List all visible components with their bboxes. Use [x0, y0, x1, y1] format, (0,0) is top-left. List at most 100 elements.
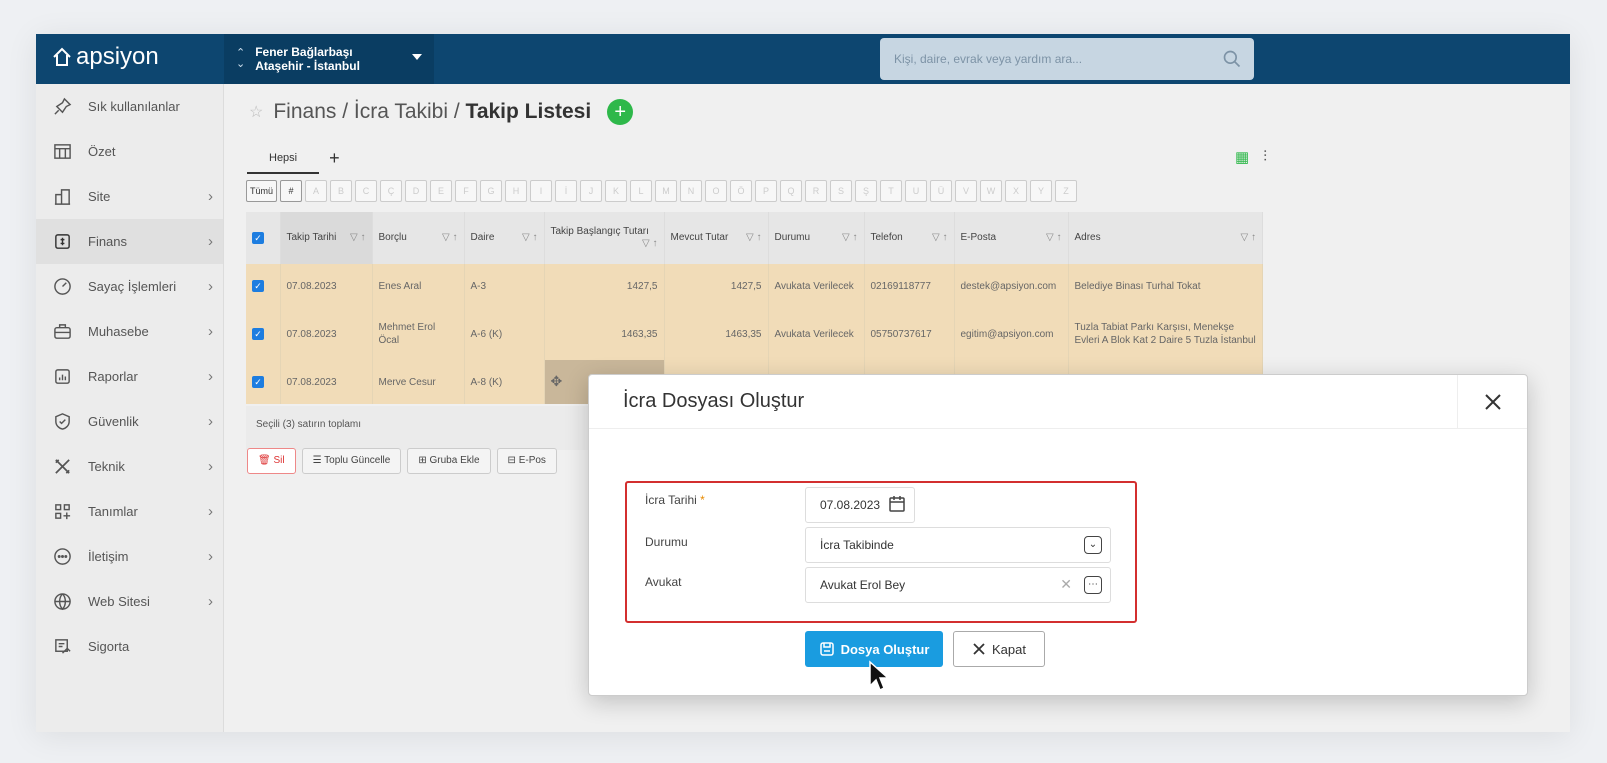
delete-button[interactable]: 🗑 Sil	[247, 448, 296, 474]
letter-filter-item[interactable]: T	[880, 180, 903, 202]
add-button[interactable]: +	[607, 99, 634, 125]
filter-icon[interactable]: ▽ ↑	[350, 232, 365, 244]
logo[interactable]: apsiyon	[50, 43, 159, 71]
sidebar-item-communication[interactable]: İletişim ›	[36, 534, 223, 579]
col-debtor[interactable]: Borçlu	[379, 232, 407, 243]
search-icon[interactable]	[1222, 49, 1242, 69]
row-checkbox[interactable]: ✓	[252, 375, 264, 388]
letter-filter-item[interactable]: Y	[1030, 180, 1053, 202]
sidebar-item-definitions[interactable]: Tanımlar ›	[36, 489, 223, 534]
letter-filter-item[interactable]: Tümü	[246, 180, 278, 202]
breadcrumb-path[interactable]: Finans / İcra Takibi /	[273, 100, 465, 123]
table-row[interactable]: ✓ 07.08.2023 Mehmet Erol Öcal A-6 (K) 14…	[246, 308, 1263, 360]
bulk-update-button[interactable]: ☰ Toplu Güncelle	[301, 448, 402, 474]
letter-filter-item[interactable]: Q	[780, 180, 803, 202]
sidebar-item-finance[interactable]: Finans ›	[36, 219, 223, 264]
col-phone[interactable]: Telefon	[871, 232, 903, 243]
lawyer-field[interactable]: Avukat Erol Bey ✕ ⋯	[805, 567, 1111, 603]
letter-filter-item[interactable]: Z	[1055, 180, 1078, 202]
letter-filter-item[interactable]: P	[755, 180, 778, 202]
letter-filter-item[interactable]: K	[605, 180, 628, 202]
select-all-checkbox[interactable]: ✓	[252, 231, 264, 244]
filter-icon[interactable]: ▽ ↑	[842, 232, 857, 244]
close-icon[interactable]	[1457, 375, 1527, 429]
more-icon[interactable]: ⋯	[1084, 576, 1102, 594]
letter-filter-item[interactable]: W	[980, 180, 1003, 202]
filter-icon[interactable]: ▽ ↑	[746, 232, 761, 244]
letter-filter-item[interactable]: A	[305, 180, 328, 202]
filter-icon[interactable]: ▽ ↑	[442, 232, 457, 244]
cell-debtor: Mehmet Erol Öcal	[372, 308, 465, 360]
col-start-amount[interactable]: Takip Başlangıç Tutarı	[551, 226, 649, 237]
col-address[interactable]: Adres	[1075, 232, 1101, 243]
letter-filter-item[interactable]: İ	[555, 180, 578, 202]
letter-filter-item[interactable]: C	[355, 180, 378, 202]
add-tab-button[interactable]: +	[329, 148, 340, 169]
col-status[interactable]: Durumu	[775, 232, 811, 243]
excel-icon[interactable]: ▦	[1235, 148, 1249, 166]
sidebar-item-security[interactable]: Güvenlik ›	[36, 399, 223, 444]
letter-filter-item[interactable]: E	[430, 180, 453, 202]
letter-filter-item[interactable]: X	[1005, 180, 1028, 202]
sidebar-item-site[interactable]: Site ›	[36, 174, 223, 219]
search-input[interactable]: Kişi, daire, evrak veya yardım ara...	[880, 38, 1254, 80]
create-file-modal: İcra Dosyası Oluştur İcra Tarihi * 07.08…	[588, 374, 1528, 696]
filter-icon[interactable]: ▽ ↑	[932, 232, 947, 244]
clear-icon[interactable]: ✕	[1060, 576, 1072, 593]
calendar-icon[interactable]	[888, 495, 906, 516]
col-email[interactable]: E-Posta	[961, 232, 997, 243]
col-current-amount[interactable]: Mevcut Tutar	[671, 232, 729, 243]
site-selector[interactable]: ⌃ ⌄ Fener Bağlarbaşı Ataşehir - İstanbul	[224, 34, 434, 84]
letter-filter-item[interactable]: I	[530, 180, 553, 202]
col-unit[interactable]: Daire	[471, 232, 495, 243]
row-checkbox[interactable]: ✓	[252, 279, 264, 292]
filter-icon[interactable]: ▽ ↑	[522, 232, 537, 244]
letter-filter-item[interactable]: Ü	[930, 180, 953, 202]
filter-icon[interactable]: ▽ ↑	[1241, 232, 1256, 244]
sidebar-item-favorites[interactable]: Sık kullanılanlar	[36, 84, 223, 129]
letter-filter-item[interactable]: R	[805, 180, 828, 202]
filter-icon[interactable]: ▽ ↑	[642, 238, 657, 250]
date-field[interactable]: 07.08.2023	[805, 487, 915, 523]
letter-filter-item[interactable]: S	[830, 180, 853, 202]
settings-sliders-icon[interactable]: ⫶	[1263, 148, 1267, 166]
sidebar-item-summary[interactable]: Özet	[36, 129, 223, 174]
letter-filter-item[interactable]: M	[655, 180, 678, 202]
letter-filter-item[interactable]: Ç	[380, 180, 403, 202]
letter-filter-item[interactable]: L	[630, 180, 653, 202]
letter-filter-item[interactable]: G	[480, 180, 503, 202]
letter-filter-item[interactable]: Ö	[730, 180, 753, 202]
sidebar-item-reports[interactable]: Raporlar ›	[36, 354, 223, 399]
letter-filter-item[interactable]: D	[405, 180, 428, 202]
sidebar-item-meter[interactable]: Sayaç İşlemleri ›	[36, 264, 223, 309]
close-button[interactable]: Kapat	[953, 631, 1045, 667]
sidebar-item-accounting[interactable]: Muhasebe ›	[36, 309, 223, 354]
sidebar-item-label: Tanımlar	[88, 504, 138, 519]
sidebar-item-website[interactable]: Web Sitesi ›	[36, 579, 223, 624]
letter-filter-item[interactable]: B	[330, 180, 353, 202]
sidebar-item-technical[interactable]: Teknik ›	[36, 444, 223, 489]
sidebar-item-insurance[interactable]: Sigorta	[36, 624, 223, 669]
letter-filter-item[interactable]: J	[580, 180, 603, 202]
letter-filter-item[interactable]: F	[455, 180, 478, 202]
status-select[interactable]: İcra Takibinde ⌄	[805, 527, 1111, 563]
add-group-label: Gruba Ekle	[429, 455, 480, 466]
tab-all[interactable]: Hepsi	[247, 142, 320, 174]
chevron-down-icon[interactable]: ⌄	[1084, 536, 1102, 554]
star-icon[interactable]: ☆	[249, 102, 263, 122]
add-group-button[interactable]: ⊞ Gruba Ekle	[407, 448, 491, 474]
letter-filter-item[interactable]: N	[680, 180, 703, 202]
eposta-button[interactable]: ⊟ E-Pos	[496, 448, 557, 474]
letter-filter-item[interactable]: O	[705, 180, 728, 202]
col-date[interactable]: Takip Tarihi	[287, 232, 337, 243]
row-checkbox[interactable]: ✓	[252, 327, 264, 340]
filter-icon[interactable]: ▽ ↑	[1046, 232, 1061, 244]
letter-filter-item[interactable]: U	[905, 180, 928, 202]
table-row[interactable]: ✓ 07.08.2023 Enes Aral A-3 1427,5 1427,5…	[246, 264, 1263, 308]
drag-handle-icon[interactable]: ✥	[551, 373, 563, 389]
letter-filter-item[interactable]: Ş	[855, 180, 878, 202]
letter-filter-item[interactable]: #	[280, 180, 303, 202]
summary-icon	[52, 142, 72, 162]
letter-filter-item[interactable]: V	[955, 180, 978, 202]
letter-filter-item[interactable]: H	[505, 180, 528, 202]
